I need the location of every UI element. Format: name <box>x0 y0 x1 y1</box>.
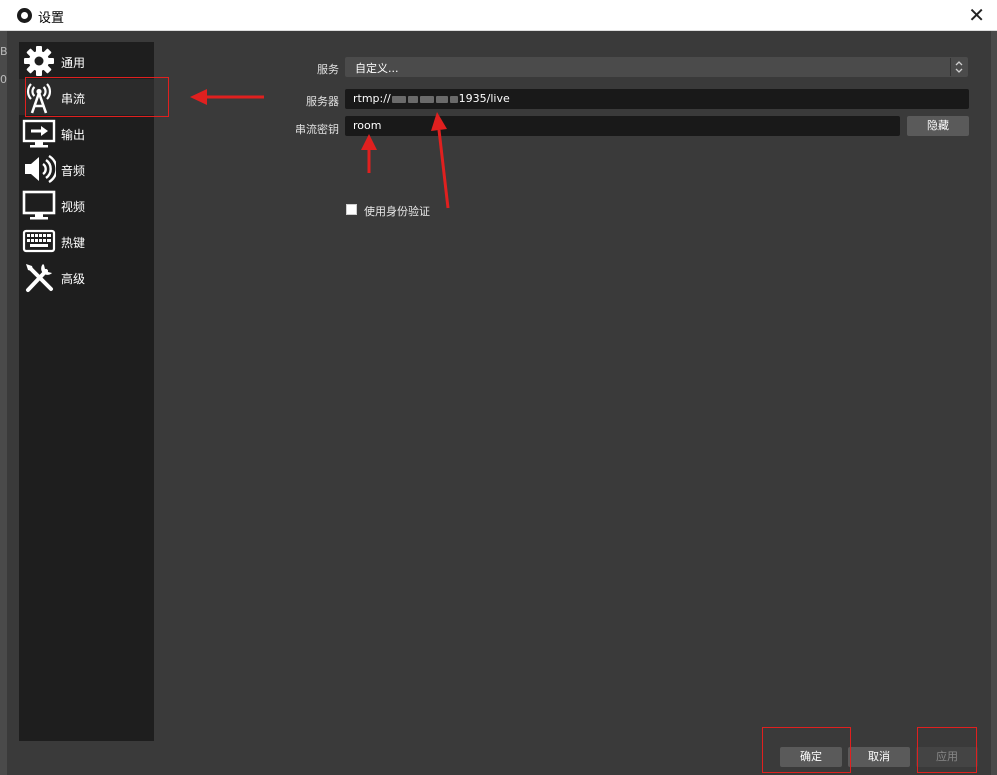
sidebar-item-audio[interactable]: 音频 <box>19 151 154 187</box>
window-title: 设置 <box>38 11 65 26</box>
hide-key-button[interactable]: 隐藏 <box>907 116 969 136</box>
sidebar-item-label: 通用 <box>61 56 86 70</box>
background-text: 0 <box>0 73 7 86</box>
server-label: 服务器 <box>306 95 339 108</box>
server-url-input[interactable]: rtmp:// 1935/live <box>345 89 969 109</box>
sidebar-item-label: 高级 <box>61 272 86 286</box>
service-select-value: 自定义... <box>355 62 399 75</box>
background-window-edge-right <box>991 31 997 775</box>
sidebar-item-label: 热键 <box>61 236 86 250</box>
title-bar: 设置 ✕ <box>0 0 997 31</box>
use-authentication-checkbox[interactable] <box>346 204 357 215</box>
sidebar-item-output[interactable]: 输出 <box>19 115 154 151</box>
stream-key-value: room <box>353 119 382 132</box>
obs-logo-icon <box>17 8 32 23</box>
redacted-ip-segment <box>449 95 458 103</box>
background-text: B <box>0 45 8 58</box>
speaker-icon <box>25 154 56 184</box>
annotation-highlight-apply <box>917 727 977 773</box>
close-icon[interactable]: ✕ <box>968 3 985 27</box>
redacted-ip-segment <box>407 95 418 103</box>
use-authentication-label: 使用身份验证 <box>364 205 430 218</box>
service-label: 服务 <box>317 63 339 76</box>
gear-icon <box>24 46 54 76</box>
sidebar-item-hotkeys[interactable]: 热键 <box>19 223 154 259</box>
sidebar-item-label: 输出 <box>61 128 86 142</box>
annotation-highlight-stream <box>25 77 169 117</box>
settings-sidebar: 通用 串流 输出 音频 视频 热键 高级 <box>19 42 154 741</box>
stream-key-input[interactable]: room <box>345 116 900 136</box>
keyboard-icon <box>22 229 56 253</box>
output-monitor-icon <box>22 119 56 148</box>
redacted-ip-segment <box>419 95 434 103</box>
tools-icon <box>26 264 53 292</box>
server-url-prefix: rtmp:// <box>353 92 391 105</box>
sidebar-item-advanced[interactable]: 高级 <box>19 259 154 295</box>
monitor-icon <box>22 190 56 220</box>
sidebar-item-label: 音频 <box>61 164 86 178</box>
service-select[interactable]: 自定义... <box>345 57 968 77</box>
sidebar-item-label: 视频 <box>61 200 86 214</box>
cancel-button[interactable]: 取消 <box>848 747 910 767</box>
server-url-value: rtmp:// 1935/live <box>353 92 510 105</box>
redacted-ip-segment <box>435 95 448 103</box>
redacted-ip-segment <box>391 95 406 103</box>
server-url-suffix: 1935/live <box>458 92 510 105</box>
select-spinner-icon <box>950 58 967 76</box>
background-window-edge: B 0 <box>0 31 8 775</box>
sidebar-item-video[interactable]: 视频 <box>19 187 154 223</box>
stream-key-label: 串流密钥 <box>295 123 339 136</box>
sidebar-item-general[interactable]: 通用 <box>19 43 154 79</box>
annotation-highlight-ok <box>762 727 851 773</box>
